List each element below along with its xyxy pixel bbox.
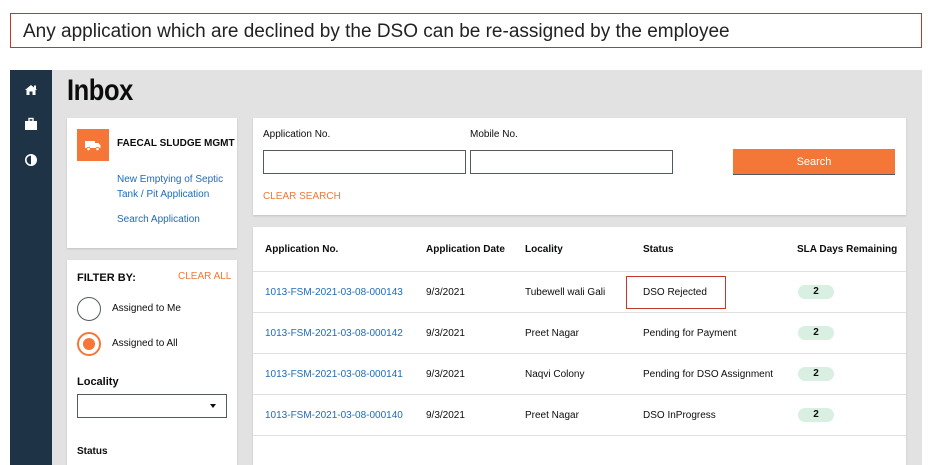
application-no-label: Application No.	[263, 129, 331, 140]
application-no-link[interactable]: 1013-FSM-2021-03-08-000142	[265, 328, 403, 339]
filter-label: FILTER BY:	[77, 272, 136, 284]
locality: Preet Nagar	[525, 410, 579, 421]
radio-label-assigned-to-me: Assigned to Me	[112, 303, 181, 314]
application-date: 9/3/2021	[426, 410, 465, 421]
contrast-icon[interactable]	[23, 152, 39, 168]
search-button[interactable]: Search	[733, 149, 895, 174]
sla-badge: 2	[798, 408, 834, 422]
app-window: Inbox FAECAL SLUDGE MGMT New Emptying of…	[10, 70, 922, 465]
home-icon[interactable]	[23, 82, 39, 98]
sla-badge: 2	[798, 326, 834, 340]
application-date: 9/3/2021	[426, 287, 465, 298]
header-application-no: Application No.	[265, 244, 339, 255]
header-status: Status	[643, 244, 674, 255]
page-title: Inbox	[67, 74, 133, 107]
header-sla-days: SLA Days Remaining	[797, 244, 898, 255]
main-content: Inbox FAECAL SLUDGE MGMT New Emptying of…	[52, 70, 922, 465]
radio-assigned-to-all[interactable]	[77, 332, 101, 356]
locality: Tubewell wali Gali	[525, 287, 606, 298]
new-application-link[interactable]: New Emptying of Septic Tank / Pit Applic…	[117, 172, 232, 202]
locality: Preet Nagar	[525, 328, 579, 339]
application-date: 9/3/2021	[426, 369, 465, 380]
mobile-no-label: Mobile No.	[470, 129, 518, 140]
chevron-down-icon	[210, 404, 216, 408]
locality-label: Locality	[77, 376, 119, 388]
sidebar	[10, 70, 52, 465]
status: Pending for DSO Assignment	[643, 369, 774, 380]
table-row[interactable]: 1013-FSM-2021-03-08-000141 9/3/2021 Naqv…	[253, 353, 906, 394]
table-row[interactable]: 1013-FSM-2021-03-08-000140 9/3/2021 Pree…	[253, 394, 906, 435]
annotation-text: Any application which are declined by th…	[23, 21, 730, 42]
status-filter-label: Status	[77, 446, 108, 457]
locality: Naqvi Colony	[525, 369, 585, 380]
filter-card: FILTER BY: CLEAR ALL Assigned to Me Assi…	[67, 260, 237, 465]
search-card: Application No. Mobile No. Search CLEAR …	[253, 118, 906, 215]
application-no-link[interactable]: 1013-FSM-2021-03-08-000140	[265, 410, 403, 421]
header-application-date: Application Date	[426, 244, 505, 255]
search-application-link[interactable]: Search Application	[117, 212, 200, 227]
table-row[interactable]: 1013-FSM-2021-03-08-000142 9/3/2021 Pree…	[253, 312, 906, 353]
briefcase-icon[interactable]	[23, 116, 39, 132]
table-row[interactable]: 1013-FSM-2021-03-08-000143 9/3/2021 Tube…	[253, 271, 906, 312]
module-card: FAECAL SLUDGE MGMT New Emptying of Septi…	[67, 118, 237, 248]
clear-search-button[interactable]: CLEAR SEARCH	[263, 191, 341, 202]
application-no-input[interactable]	[263, 150, 466, 174]
table-row-partial	[253, 435, 906, 465]
locality-dropdown[interactable]	[77, 394, 227, 418]
status: Pending for Payment	[643, 328, 737, 339]
applications-table: Application No. Application Date Localit…	[253, 227, 906, 465]
truck-icon	[77, 129, 109, 161]
application-no-link[interactable]: 1013-FSM-2021-03-08-000143	[265, 287, 403, 298]
status-highlight-box	[626, 276, 726, 309]
clear-all-button[interactable]: CLEAR ALL	[178, 271, 231, 282]
sla-badge: 2	[798, 285, 834, 299]
header-locality: Locality	[525, 244, 563, 255]
mobile-no-input[interactable]	[470, 150, 673, 174]
annotation-banner: Any application which are declined by th…	[10, 13, 922, 48]
radio-assigned-to-me[interactable]	[77, 297, 101, 321]
sla-badge: 2	[798, 367, 834, 381]
module-title: FAECAL SLUDGE MGMT	[117, 138, 235, 149]
application-no-link[interactable]: 1013-FSM-2021-03-08-000141	[265, 369, 403, 380]
status: DSO InProgress	[643, 410, 716, 421]
application-date: 9/3/2021	[426, 328, 465, 339]
radio-label-assigned-to-all: Assigned to All	[112, 338, 178, 349]
